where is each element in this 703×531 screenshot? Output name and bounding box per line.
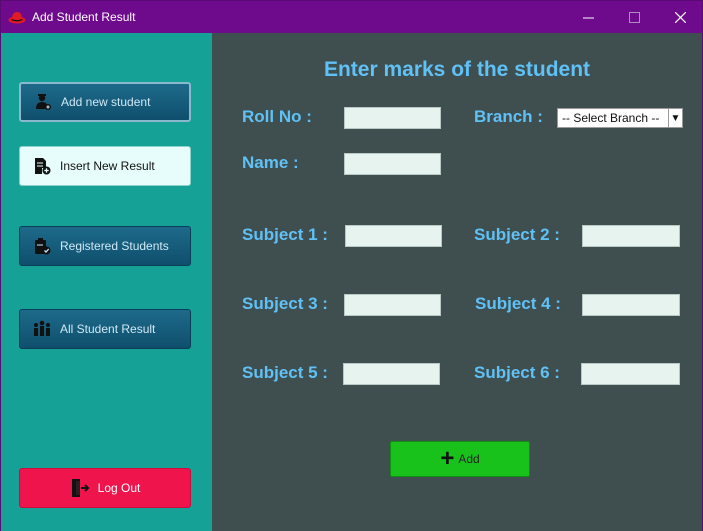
window-title: Add Student Result [32,10,136,24]
maximize-button[interactable] [611,1,657,33]
logout-icon [70,478,90,498]
subject-3-label: Subject 3 : [242,294,328,313]
subject-2-input[interactable] [582,225,680,247]
subject-4-label: Subject 4 : [475,294,561,313]
subject-4-input[interactable] [582,294,680,316]
subject-6-input[interactable] [581,363,680,385]
all-student-result-button[interactable]: All Student Result [19,309,191,349]
sidebar: Add new student Insert New Result Regist… [1,33,212,531]
add-button-label: Add [458,452,480,466]
insert-new-result-button[interactable]: Insert New Result [19,146,191,186]
registered-students-label: Registered Students [60,239,169,253]
roll-no-label: Roll No : [242,107,312,126]
subject-5-label: Subject 5 : [242,363,328,382]
add-new-student-label: Add new student [61,95,151,109]
subject-2-label: Subject 2 : [474,225,560,244]
subject-5-input[interactable] [343,363,440,385]
branch-select-value: -- Select Branch -- [562,111,660,125]
minimize-button[interactable] [565,1,611,33]
registered-students-button[interactable]: Registered Students [19,226,191,266]
plus-icon: + [440,445,455,472]
chevron-down-icon[interactable]: ▼ [668,109,682,127]
group-icon [32,319,52,339]
title-bar[interactable]: Add Student Result [1,1,702,33]
student-icon [33,92,53,112]
subject-6-label: Subject 6 : [474,363,560,382]
clipboard-check-icon [32,236,52,256]
name-label: Name : [242,153,299,172]
app-window: Add Student Result Add new student Inser… [0,0,703,531]
branch-select[interactable]: -- Select Branch -- ▼ [557,108,683,128]
add-button[interactable]: + Add [390,441,530,477]
subject-1-input[interactable] [345,225,442,247]
document-add-icon [32,156,52,176]
name-input[interactable] [344,153,441,175]
logout-button[interactable]: Log Out [19,468,191,508]
subject-1-label: Subject 1 : [242,225,328,244]
insert-new-result-label: Insert New Result [60,159,155,173]
all-student-result-label: All Student Result [60,322,156,336]
logout-label: Log Out [97,481,141,495]
minimize-icon [582,17,594,18]
close-icon [674,11,686,23]
roll-no-input[interactable] [344,107,441,129]
subject-3-input[interactable] [344,294,441,316]
close-button[interactable] [657,1,703,33]
maximize-icon [628,11,640,23]
page-title: Enter marks of the student [323,58,591,81]
branch-label: Branch : [474,107,543,126]
red-hat-icon [8,12,26,24]
add-new-student-button[interactable]: Add new student [19,82,191,122]
main-panel: Enter marks of the student Roll No : Bra… [212,33,702,531]
